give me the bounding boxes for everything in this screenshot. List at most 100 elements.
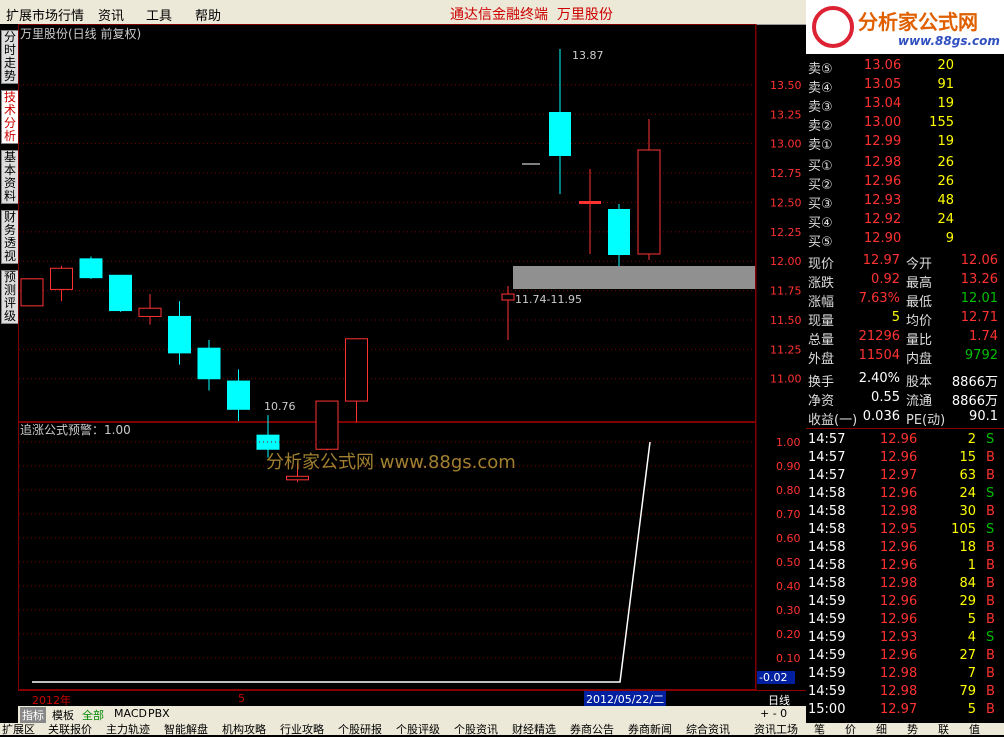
footer-tab[interactable]: 主力轨迹 <box>106 723 150 735</box>
tick-row: 14:59 12.98 7 B <box>806 665 1004 683</box>
tick-row: 14:59 12.96 29 B <box>806 593 1004 611</box>
footer-tab[interactable]: 行业攻略 <box>280 723 324 735</box>
price-axis-label: 11.00 <box>770 373 802 386</box>
tick-row: 14:58 12.98 30 B <box>806 503 1004 521</box>
bid-row: 买⑤ 12.90 9 <box>806 230 1004 250</box>
bid-price: 12.92 <box>864 212 902 227</box>
footer-tab[interactable]: 个股研报 <box>338 723 382 735</box>
footer-tab[interactable]: 个股资讯 <box>454 723 498 735</box>
bid-price: 12.90 <box>864 231 902 246</box>
quote-value: 12.97 <box>862 253 900 268</box>
tab-financial[interactable]: 财务透视 <box>1 210 19 264</box>
tick-time: 14:59 <box>808 594 846 609</box>
tick-volume: 29 <box>959 594 976 609</box>
ask-row: 卖⑤ 13.06 20 <box>806 57 1004 77</box>
tick-price: 12.98 <box>880 504 918 519</box>
bid-volume: 26 <box>937 155 954 170</box>
quote-value: 13.26 <box>960 272 998 287</box>
bid-volume: 9 <box>945 231 954 246</box>
footer-tab[interactable]: 资讯工场 <box>754 723 798 735</box>
quote-label: 现量 <box>808 314 835 329</box>
quote-value: 8866万 <box>951 394 998 409</box>
footer-tab[interactable]: 智能解盘 <box>164 723 208 735</box>
tick-side: B <box>986 540 995 555</box>
menu-item-market[interactable]: 扩展市场行情 <box>6 5 84 24</box>
tab-macd[interactable]: MACD <box>112 707 149 720</box>
quote-value: 7.63% <box>858 291 900 306</box>
tick-time: 14:59 <box>808 666 846 681</box>
quote-value: 12.01 <box>960 291 998 306</box>
tab-intraday-label: 分时走势 <box>3 30 16 83</box>
ask-label: 卖③ <box>808 100 833 115</box>
zoom-controls[interactable]: + - 0 <box>758 707 789 720</box>
footer-tab[interactable]: 财经精选 <box>512 723 556 735</box>
ask-volume: 19 <box>937 134 954 149</box>
tick-volume: 27 <box>959 648 976 663</box>
tick-price: 12.98 <box>880 684 918 699</box>
chart-area[interactable]: 13.50 13.25 13.00 12.75 12.50 12.25 12.00 11.75… <box>18 24 806 690</box>
footer-tab[interactable]: 综合资讯 <box>686 723 730 735</box>
footer-tab[interactable]: 扩展区 <box>2 723 35 735</box>
menu-item-help[interactable]: 帮助 <box>195 5 221 24</box>
bid-label: 买③ <box>808 197 833 212</box>
tick-price: 12.96 <box>880 450 918 465</box>
tick-time: 14:58 <box>808 576 846 591</box>
app-title: 通达信金融终端 万里股份 <box>450 4 613 24</box>
quote-label: 总量 <box>808 333 835 348</box>
quote-value: 12.71 <box>960 310 998 325</box>
indicator-header: 追涨公式预警：1.00 <box>20 422 131 437</box>
tick-volume: 63 <box>959 468 976 483</box>
tick-time: 14:58 <box>808 540 846 555</box>
footer-tab[interactable]: 个股评级 <box>396 723 440 735</box>
quote-row: 涨幅 7.63% 最低 12.01 <box>806 290 1004 310</box>
candle <box>168 315 191 354</box>
tab-fundamental[interactable]: 基本资料 <box>1 150 19 204</box>
indicator-line <box>32 441 651 683</box>
tick-side: B <box>986 666 995 681</box>
footer-tab[interactable]: 券商新闻 <box>628 723 672 735</box>
high-price-label: 13.87 <box>572 49 604 62</box>
ask-volume: 155 <box>929 115 954 130</box>
candlestick-chart[interactable]: 13.50 13.25 13.00 12.75 12.50 12.25 12.00 11.75… <box>18 24 806 690</box>
tab-pbx[interactable]: PBX <box>146 707 172 720</box>
tab-all[interactable]: 全部 <box>80 707 106 723</box>
price-axis-label: 13.25 <box>770 108 802 121</box>
ask-row: 卖③ 13.04 19 <box>806 95 1004 115</box>
tick-volume: 24 <box>959 486 976 501</box>
candle <box>109 274 132 312</box>
price-axis-label: 13.00 <box>770 138 802 151</box>
menu-item-news[interactable]: 资讯 <box>98 5 124 24</box>
tick-price: 12.95 <box>880 522 918 537</box>
tab-intraday[interactable]: 分时走势 <box>1 30 19 84</box>
menu-item-tools[interactable]: 工具 <box>146 5 172 24</box>
tab-indicator[interactable]: 指标 <box>20 707 46 723</box>
tab-rating[interactable]: 预测评级 <box>1 270 19 324</box>
watermark: 分析家公式网 www.88gs.com <box>266 452 516 473</box>
footer-tab[interactable]: 关联报价 <box>48 723 92 735</box>
price-axis-label: 13.50 <box>770 79 802 92</box>
candle <box>197 347 221 380</box>
quote-value: 8866万 <box>951 375 998 390</box>
price-axis-label: 12.75 <box>770 167 802 180</box>
quote-label: 股本 <box>906 375 933 390</box>
footer-tab[interactable]: 券商公告 <box>570 723 614 735</box>
tick-side: S <box>986 630 995 645</box>
tick-row: 14:59 12.96 27 B <box>806 647 1004 665</box>
tab-template[interactable]: 模板 <box>50 707 76 723</box>
candle <box>579 201 601 204</box>
tab-technical[interactable]: 技术分析 <box>1 90 19 144</box>
candle <box>549 112 571 156</box>
quote-label: 涨幅 <box>808 295 835 310</box>
ask-price: 13.00 <box>864 115 902 130</box>
tick-side: S <box>986 486 995 501</box>
candle <box>501 293 515 301</box>
tick-price: 12.96 <box>880 594 918 609</box>
site-logo: 分析家公式网 www.88gs.com <box>806 0 1004 54</box>
tick-price: 12.96 <box>880 432 918 447</box>
tick-row: 14:58 12.96 18 B <box>806 539 1004 557</box>
tick-time: 14:58 <box>808 504 846 519</box>
tick-time: 14:59 <box>808 648 846 663</box>
app-name: 通达信金融终端 <box>450 7 548 23</box>
footer-tab[interactable]: 机构攻略 <box>222 723 266 735</box>
logo-url: www.88gs.com <box>898 34 1000 48</box>
